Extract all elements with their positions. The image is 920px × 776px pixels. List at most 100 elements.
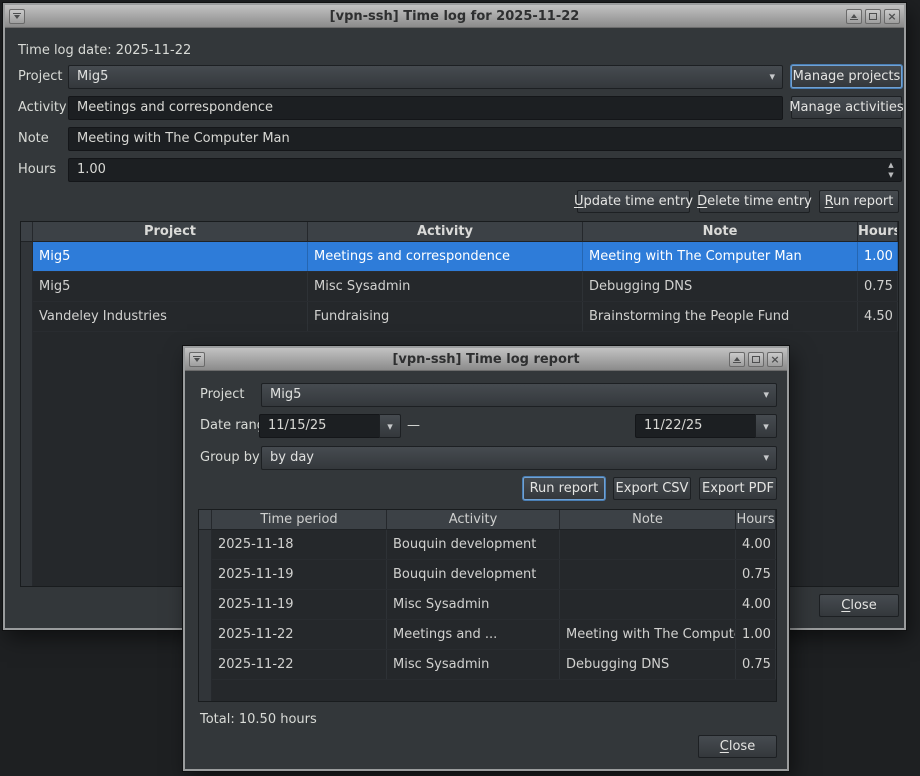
cell-time-period[interactable]: 2025-11-19 (212, 560, 387, 589)
cell-activity[interactable]: Misc Sysadmin (387, 590, 560, 619)
column-header-note[interactable]: Note (583, 222, 858, 242)
cell-hours[interactable]: 1.00 (736, 620, 776, 649)
manage-activities-button[interactable]: Manage activities (791, 96, 902, 119)
maximize-button[interactable] (865, 9, 881, 24)
activity-input[interactable]: Meetings and correspondence (68, 96, 783, 120)
table-row[interactable]: 5 2025-11-22 Misc Sysadmin Debugging DNS… (199, 650, 776, 680)
dialog-run-report-button[interactable]: Run report (523, 477, 605, 500)
column-header-activity[interactable]: Activity (387, 510, 560, 530)
spin-up-icon[interactable]: ▲ (888, 161, 893, 169)
dialog-close-button[interactable]: Close (698, 735, 777, 758)
close-window-button[interactable]: × (767, 352, 783, 367)
report-dialog: [vpn-ssh] Time log report × Project Mig5… (183, 346, 789, 771)
cell-note[interactable] (560, 560, 736, 589)
update-time-entry-button[interactable]: Update time entry (577, 190, 690, 213)
cell-project[interactable]: Mig5 (33, 272, 308, 301)
table-row[interactable]: 4 2025-11-22 Meetings and ... Meeting wi… (199, 620, 776, 650)
date-end-dropdown[interactable]: ▾ (755, 414, 777, 438)
close-button[interactable]: Close (819, 594, 899, 617)
window-menu-icon (193, 356, 201, 357)
cell-time-period[interactable]: 2025-11-22 (212, 650, 387, 679)
table-row[interactable]: 2 Mig5 Misc Sysadmin Debugging DNS 0.75 (21, 272, 898, 302)
chevron-down-icon: ▾ (769, 66, 775, 88)
cell-note[interactable] (560, 590, 736, 619)
shade-button[interactable] (846, 9, 862, 24)
cell-activity[interactable]: Bouquin development (387, 560, 560, 589)
maximize-button[interactable] (748, 352, 764, 367)
window-menu-button[interactable] (9, 9, 25, 24)
dialog-titlebar[interactable]: [vpn-ssh] Time log report × (185, 348, 787, 371)
report-project-combobox[interactable]: Mig5 ▾ (261, 383, 777, 407)
cell-time-period[interactable]: 2025-11-18 (212, 530, 387, 559)
note-label: Note (18, 127, 49, 151)
column-header-time-period[interactable]: Time period (212, 510, 387, 530)
table-row[interactable]: 3 Vandeley Industries Fundraising Brains… (21, 302, 898, 332)
date-start-dropdown[interactable]: ▾ (379, 414, 401, 438)
table-row[interactable]: 3 2025-11-19 Misc Sysadmin 4.00 (199, 590, 776, 620)
main-titlebar[interactable]: [vpn-ssh] Time log for 2025-11-22 × (5, 5, 904, 28)
column-header-hours[interactable]: Hours (858, 222, 898, 242)
table-row[interactable]: 1 2025-11-18 Bouquin development 4.00 (199, 530, 776, 560)
cell-note[interactable]: Brainstorming the People Fund (583, 302, 858, 331)
note-input[interactable]: Meeting with The Computer Man (68, 127, 902, 151)
shade-button[interactable] (729, 352, 745, 367)
cell-note[interactable]: Meeting with The Computer... (560, 620, 736, 649)
cell-activity[interactable]: Misc Sysadmin (387, 650, 560, 679)
date-start-input[interactable]: 11/15/25 (259, 414, 379, 438)
cell-note[interactable] (560, 530, 736, 559)
cell-hours[interactable]: 4.50 (858, 302, 898, 331)
cell-hours[interactable]: 4.00 (736, 530, 776, 559)
cell-activity[interactable]: Meetings and ... (387, 620, 560, 649)
cell-time-period[interactable]: 2025-11-19 (212, 590, 387, 619)
project-combobox[interactable]: Mig5 ▾ (68, 65, 783, 89)
report-table: Time period Activity Note Hours 1 2025-1… (198, 509, 777, 702)
chevron-down-icon: ▾ (387, 420, 393, 433)
project-label: Project (18, 65, 62, 89)
close-icon: × (887, 11, 896, 22)
hours-spinbox[interactable]: 1.00 ▲ ▼ (68, 158, 902, 182)
cell-hours[interactable]: 0.75 (736, 650, 776, 679)
cell-hours[interactable]: 0.75 (736, 560, 776, 589)
activity-label: Activity (18, 96, 67, 120)
table-row[interactable]: 1 Mig5 Meetings and correspondence Meeti… (21, 242, 898, 272)
cell-note[interactable]: Meeting with The Computer Man (583, 242, 858, 271)
export-csv-button[interactable]: Export CSV (613, 477, 691, 500)
cell-activity[interactable]: Meetings and correspondence (308, 242, 583, 271)
manage-projects-button[interactable]: Manage projects (791, 65, 902, 88)
column-header-activity[interactable]: Activity (308, 222, 583, 242)
close-icon: × (770, 354, 779, 365)
date-end-input[interactable]: 11/22/25 (635, 414, 755, 438)
run-report-button[interactable]: Run report (819, 190, 899, 213)
cell-time-period[interactable]: 2025-11-22 (212, 620, 387, 649)
cell-activity[interactable]: Bouquin development (387, 530, 560, 559)
total-hours-label: Total: 10.50 hours (200, 708, 317, 732)
group-by-label: Group by (200, 446, 260, 470)
cell-note[interactable]: Debugging DNS (560, 650, 736, 679)
hours-label: Hours (18, 158, 56, 182)
column-header-project[interactable]: Project (33, 222, 308, 242)
spin-down-icon[interactable]: ▼ (888, 171, 893, 179)
cell-activity[interactable]: Misc Sysadmin (308, 272, 583, 301)
cell-project[interactable]: Vandeley Industries (33, 302, 308, 331)
delete-time-entry-button[interactable]: Delete time entry (699, 190, 810, 213)
cell-activity[interactable]: Fundraising (308, 302, 583, 331)
column-header-note[interactable]: Note (560, 510, 736, 530)
cell-hours[interactable]: 0.75 (858, 272, 898, 301)
cell-project[interactable]: Mig5 (33, 242, 308, 271)
main-window-title: [vpn-ssh] Time log for 2025-11-22 (65, 9, 844, 24)
chevron-down-icon: ▾ (763, 420, 769, 433)
time-log-date-label: Time log date: 2025-11-22 (18, 39, 191, 63)
cell-note[interactable]: Debugging DNS (583, 272, 858, 301)
window-menu-button[interactable] (189, 352, 205, 367)
column-header-hours[interactable]: Hours (736, 510, 776, 530)
date-start-picker[interactable]: 11/15/25 ▾ (259, 414, 401, 438)
table-row[interactable]: 2 2025-11-19 Bouquin development 0.75 (199, 560, 776, 590)
cell-hours[interactable]: 4.00 (736, 590, 776, 619)
export-pdf-button[interactable]: Export PDF (699, 477, 777, 500)
chevron-down-icon: ▾ (763, 447, 769, 469)
date-end-picker[interactable]: 11/22/25 ▾ (635, 414, 777, 438)
spinner-buttons[interactable]: ▲ ▼ (885, 161, 897, 179)
group-by-combobox[interactable]: by day ▾ (261, 446, 777, 470)
cell-hours[interactable]: 1.00 (858, 242, 898, 271)
close-window-button[interactable]: × (884, 9, 900, 24)
